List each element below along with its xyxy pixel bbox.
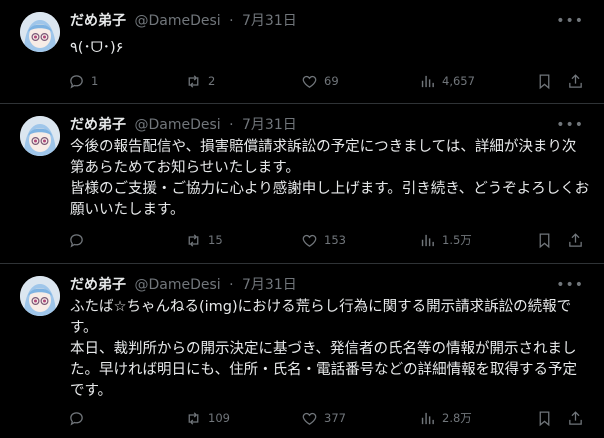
tweet-actions: 1 2 69 4,657	[68, 71, 588, 91]
tweet-text: ٩(･ᗜ･)۶	[70, 38, 590, 59]
heart-icon	[302, 412, 317, 425]
bookmark-button[interactable]	[536, 71, 553, 91]
tweet-paragraph: 本日、裁判所からの開示決定に基づき、発信者の氏名等の情報が開示されました。早けれ…	[70, 341, 578, 399]
views-chart-icon	[421, 75, 434, 87]
share-icon	[569, 410, 582, 425]
tweet-1[interactable]: だめ弟子 @DameDesi · 7月31日 ••• ٩(･ᗜ･)۶ 1 2 6…	[0, 0, 604, 104]
more-icon[interactable]: •••	[556, 116, 584, 134]
tweet-text: ふたば☆ちゃんねる(img)における荒らし行為に関する開示請求訴訟の続報です。 …	[70, 297, 590, 402]
avatar[interactable]	[20, 276, 60, 316]
reply-button[interactable]	[68, 408, 91, 428]
tweet-paragraph: 皆様のご支援・ご協力に心より感謝申し上げます。引き続き、どうぞよろしくお願いいた…	[70, 181, 590, 218]
handle[interactable]: @DameDesi	[134, 277, 220, 293]
bookmark-button[interactable]	[536, 230, 553, 250]
like-count: 153	[324, 233, 346, 247]
like-button[interactable]: 377	[301, 408, 346, 428]
more-icon[interactable]: •••	[556, 276, 584, 294]
retweet-icon	[188, 233, 199, 247]
views-chart-icon	[421, 412, 434, 424]
heart-icon	[302, 234, 317, 247]
tweet-header: だめ弟子 @DameDesi · 7月31日	[70, 276, 297, 294]
retweet-count: 2	[208, 74, 216, 88]
retweet-button[interactable]: 2	[185, 71, 215, 91]
tweet-actions: 15 153 1.5万	[68, 230, 588, 250]
handle[interactable]: @DameDesi	[134, 117, 220, 133]
tweet-paragraph: ٩(･ᗜ･)۶	[70, 40, 124, 56]
reply-button[interactable]	[68, 230, 91, 250]
tweet-text: 今後の報告配信や、損害賠償請求訴訟の予定につきましては、詳細が決まり次第あらため…	[70, 137, 590, 221]
retweet-count: 15	[208, 233, 223, 247]
tweet-header: だめ弟子 @DameDesi · 7月31日	[70, 12, 297, 30]
reply-button[interactable]: 1	[68, 71, 98, 91]
display-name[interactable]: だめ弟子	[70, 117, 126, 133]
bookmark-button[interactable]	[536, 408, 553, 428]
retweet-icon	[188, 74, 199, 88]
separator: ·	[229, 277, 234, 293]
views-button[interactable]: 4,657	[419, 71, 475, 91]
timestamp[interactable]: 7月31日	[242, 117, 297, 133]
retweet-button[interactable]: 15	[185, 230, 223, 250]
share-icon	[569, 232, 582, 247]
bookmark-icon	[539, 232, 550, 248]
bookmark-icon	[539, 73, 550, 89]
timestamp[interactable]: 7月31日	[242, 13, 297, 29]
display-name[interactable]: だめ弟子	[70, 13, 126, 29]
bookmark-icon	[539, 410, 550, 426]
retweet-button[interactable]: 109	[185, 408, 230, 428]
like-button[interactable]: 153	[301, 230, 346, 250]
like-button[interactable]: 69	[301, 71, 339, 91]
reply-icon	[70, 233, 83, 248]
reply-icon	[70, 74, 83, 89]
reply-icon	[70, 411, 83, 426]
avatar[interactable]	[20, 12, 60, 52]
separator: ·	[229, 13, 234, 29]
share-icon	[569, 73, 582, 88]
view-count: 1.5万	[442, 233, 472, 247]
tweet-3[interactable]: だめ弟子 @DameDesi · 7月31日 ••• ふたば☆ちゃんねる(img…	[0, 264, 604, 438]
view-count: 4,657	[442, 74, 475, 88]
tweet-paragraph: ふたば☆ちゃんねる(img)における荒らし行為に関する開示請求訴訟の続報です。	[70, 299, 572, 336]
retweet-count: 109	[208, 411, 230, 425]
tweet-actions: 109 377 2.8万	[68, 408, 588, 428]
tweet-paragraph: 今後の報告配信や、損害賠償請求訴訟の予定につきましては、詳細が決まり次第あらため…	[70, 139, 577, 176]
views-chart-icon	[421, 234, 434, 246]
share-button[interactable]	[567, 408, 584, 428]
share-button[interactable]	[567, 71, 584, 91]
views-button[interactable]: 2.8万	[419, 408, 472, 428]
more-icon[interactable]: •••	[556, 12, 584, 30]
like-count: 69	[324, 74, 339, 88]
handle[interactable]: @DameDesi	[134, 13, 220, 29]
display-name[interactable]: だめ弟子	[70, 277, 126, 293]
retweet-icon	[188, 411, 199, 425]
reply-count: 1	[91, 74, 99, 88]
tweet-2[interactable]: だめ弟子 @DameDesi · 7月31日 ••• 今後の報告配信や、損害賠償…	[0, 104, 604, 264]
view-count: 2.8万	[442, 411, 472, 425]
like-count: 377	[324, 411, 346, 425]
heart-icon	[302, 75, 317, 88]
timestamp[interactable]: 7月31日	[242, 277, 297, 293]
views-button[interactable]: 1.5万	[419, 230, 472, 250]
share-button[interactable]	[567, 230, 584, 250]
tweet-header: だめ弟子 @DameDesi · 7月31日	[70, 116, 297, 134]
separator: ·	[229, 117, 234, 133]
avatar[interactable]	[20, 116, 60, 156]
